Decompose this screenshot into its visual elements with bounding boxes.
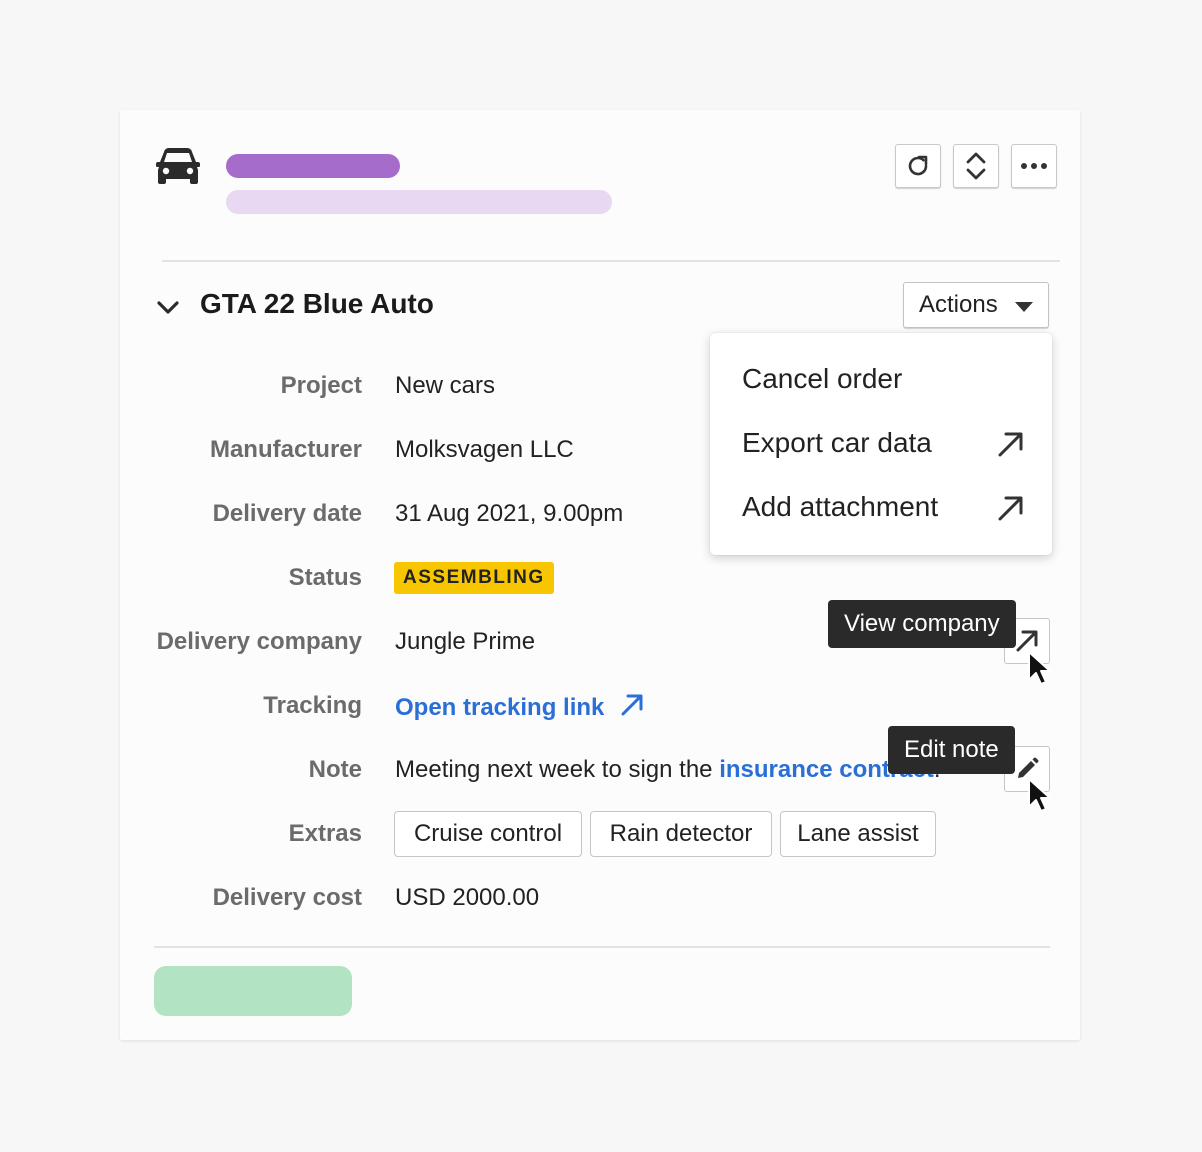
delivery-date-label: Delivery date <box>212 500 362 527</box>
delivery-date-value: 31 Aug 2021, 9.00pm <box>395 500 624 527</box>
chevron-down-icon[interactable] <box>156 296 180 320</box>
expand-collapse-icon <box>966 152 986 180</box>
header-divider <box>162 260 1060 262</box>
more-options-button[interactable] <box>1011 144 1057 188</box>
edit-note-tooltip: Edit note <box>888 726 1015 774</box>
car-order-card: GTA 22 Blue Auto Actions Project New car… <box>120 110 1080 1040</box>
note-value: Meeting next week to sign the insurance … <box>395 756 941 784</box>
extra-tag: Cruise control <box>394 811 582 857</box>
tracking-link-text[interactable]: Open tracking link <box>395 694 604 721</box>
manufacturer-value: Molksvagen LLC <box>395 436 574 463</box>
refresh-button[interactable] <box>895 144 941 188</box>
mouse-cursor-icon <box>1028 778 1051 812</box>
status-label: Status <box>288 564 362 591</box>
status-badge: ASSEMBLING <box>394 562 554 594</box>
manufacturer-label: Manufacturer <box>209 436 362 463</box>
note-text: Meeting next week to sign the <box>395 756 720 783</box>
delivery-cost-value: USD 2000.00 <box>395 884 540 911</box>
external-link-icon[interactable] <box>996 429 1026 459</box>
delivery-company-label: Delivery company <box>156 628 362 655</box>
actions-dropdown-menu: Cancel order Export car data Add attachm… <box>710 333 1052 555</box>
menu-item-add-attachment[interactable]: Add attachment <box>742 491 938 523</box>
footer-divider <box>154 946 1050 948</box>
subtitle-placeholder <box>226 190 612 214</box>
menu-item-cancel-order[interactable]: Cancel order <box>742 363 902 395</box>
project-value: New cars <box>395 372 496 399</box>
section-title: GTA 22 Blue Auto <box>200 288 434 319</box>
car-icon <box>156 148 200 184</box>
expand-collapse-button[interactable] <box>953 144 999 188</box>
view-company-tooltip: View company <box>828 600 1016 648</box>
delivery-company-value: Jungle Prime <box>395 628 536 655</box>
extras-label: Extras <box>288 820 362 847</box>
tracking-label: Tracking <box>263 692 362 719</box>
tracking-link[interactable]: Open tracking link <box>395 692 645 722</box>
caret-down-icon <box>1015 302 1033 312</box>
extra-tag: Lane assist <box>780 811 936 857</box>
extra-tag: Rain detector <box>590 811 772 857</box>
more-icon <box>1021 163 1047 169</box>
mouse-cursor-icon <box>1028 651 1051 685</box>
project-label: Project <box>280 372 362 399</box>
refresh-icon <box>908 155 928 176</box>
external-link-icon[interactable] <box>996 493 1026 523</box>
menu-item-export-car-data[interactable]: Export car data <box>742 427 932 459</box>
title-placeholder <box>226 154 400 178</box>
primary-button-placeholder[interactable] <box>154 966 352 1016</box>
delivery-cost-label: Delivery cost <box>212 884 362 911</box>
actions-button[interactable]: Actions <box>903 282 1049 328</box>
external-link-icon[interactable] <box>619 692 645 718</box>
note-label: Note <box>308 756 362 783</box>
actions-label: Actions <box>919 291 998 318</box>
